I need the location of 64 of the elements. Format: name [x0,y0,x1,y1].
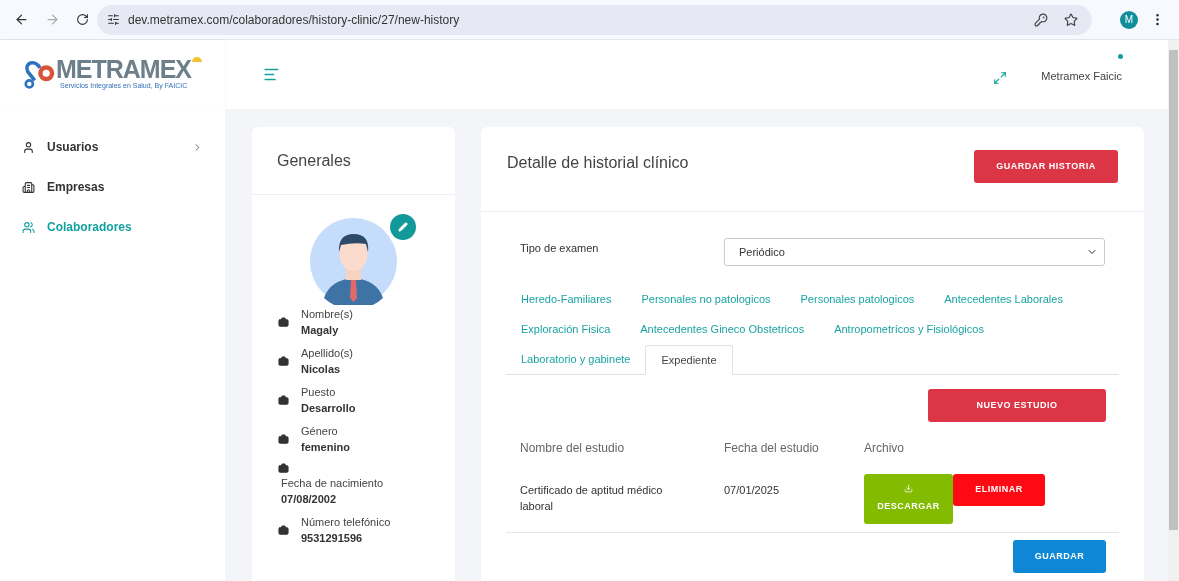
column-header: Fecha del estudio [724,440,820,457]
delete-button[interactable]: ELIMINAR [953,474,1045,506]
scrollbar[interactable] [1168,40,1179,581]
column-header: Nombre del estudio [520,440,626,457]
exam-type-select[interactable]: Periódico [724,238,1105,266]
fullscreen-icon[interactable] [993,70,1008,85]
site-settings-icon[interactable] [107,13,120,26]
field-label: Nombre(s) [301,307,353,321]
logo-wordmark: METRAMEX [55,57,192,82]
briefcase-icon [278,463,289,474]
helmet-icon [191,55,204,64]
tab[interactable]: Expediente [645,345,733,375]
reload-icon[interactable] [76,13,89,26]
profile-avatar[interactable]: M [1120,10,1138,29]
nav-icon [22,180,35,194]
bookmark-star-icon[interactable] [1064,12,1078,27]
save-history-button[interactable]: GUARDAR HISTORIA [974,150,1118,183]
field-value: 07/08/2002 [281,492,338,506]
table-cell-text: 07/01/2025 [724,483,781,498]
field-value: 9531291596 [301,531,364,545]
download-button[interactable]: DESCARGAR [864,474,953,524]
briefcase-icon [278,433,289,445]
column-header: Archivo [864,440,904,457]
tab[interactable]: Antropometrícos y Fisiológicos [819,314,999,344]
key-icon[interactable] [1034,12,1048,27]
tab[interactable]: Exploración Fisica [506,314,626,344]
field-value: femenino [301,440,350,454]
field-value: Nicolas [301,362,342,376]
briefcase-icon [278,316,289,328]
url-text: dev.metramex.com/colaboradores/history-clinic/27/new-history [128,11,460,29]
field-label: Puesto [301,385,337,399]
nav-icon [22,220,35,234]
save-button[interactable]: GUARDAR [1013,540,1106,573]
field-value: Desarrollo [301,401,356,415]
new-study-button[interactable]: NUEVO ESTUDIO [928,389,1106,422]
back-icon[interactable] [14,12,29,27]
field-label: Apellido(s) [301,346,353,360]
user-name[interactable]: Metramex Faicic [1041,69,1122,82]
sidebar-item[interactable]: Empresas [22,178,203,196]
download-icon [904,484,913,494]
field-value: Magaly [301,323,340,337]
card-title: Detalle de historial clínico [507,153,689,173]
tab[interactable]: Personales no patologicos [626,284,786,314]
briefcase-icon [278,524,289,536]
briefcase-icon [278,355,289,367]
edit-photo-button[interactable] [390,214,416,240]
tab[interactable]: Heredo-Familiares [506,284,627,314]
tab[interactable]: Laboratorio y gabinete [506,344,646,374]
sidebar-item[interactable]: Usuarios [22,138,203,156]
table-cell-text: Certificado de aptitud médico laboral [520,483,664,514]
field-label: Tipo de examen [520,241,600,257]
tab[interactable]: Antecedentes Gineco Obstetricos [625,314,820,344]
nav-icon [22,140,35,154]
address-bar[interactable]: dev.metramex.com/colaboradores/history-clinic/27/new-history [97,4,1092,35]
field-label: Número telefónico [301,515,391,529]
tab[interactable]: Personales patologicos [785,284,930,314]
briefcase-icon [278,394,289,406]
card-title: Generales [277,150,351,171]
sidebar-item[interactable]: Colaboradores [22,218,203,236]
menu-toggle-icon[interactable] [263,66,280,83]
field-label: Fecha de nacimiento [281,476,385,490]
pencil-icon [398,222,408,232]
field-label: Género [301,424,339,438]
tab[interactable]: Antecedentes Laborales [929,284,1078,314]
